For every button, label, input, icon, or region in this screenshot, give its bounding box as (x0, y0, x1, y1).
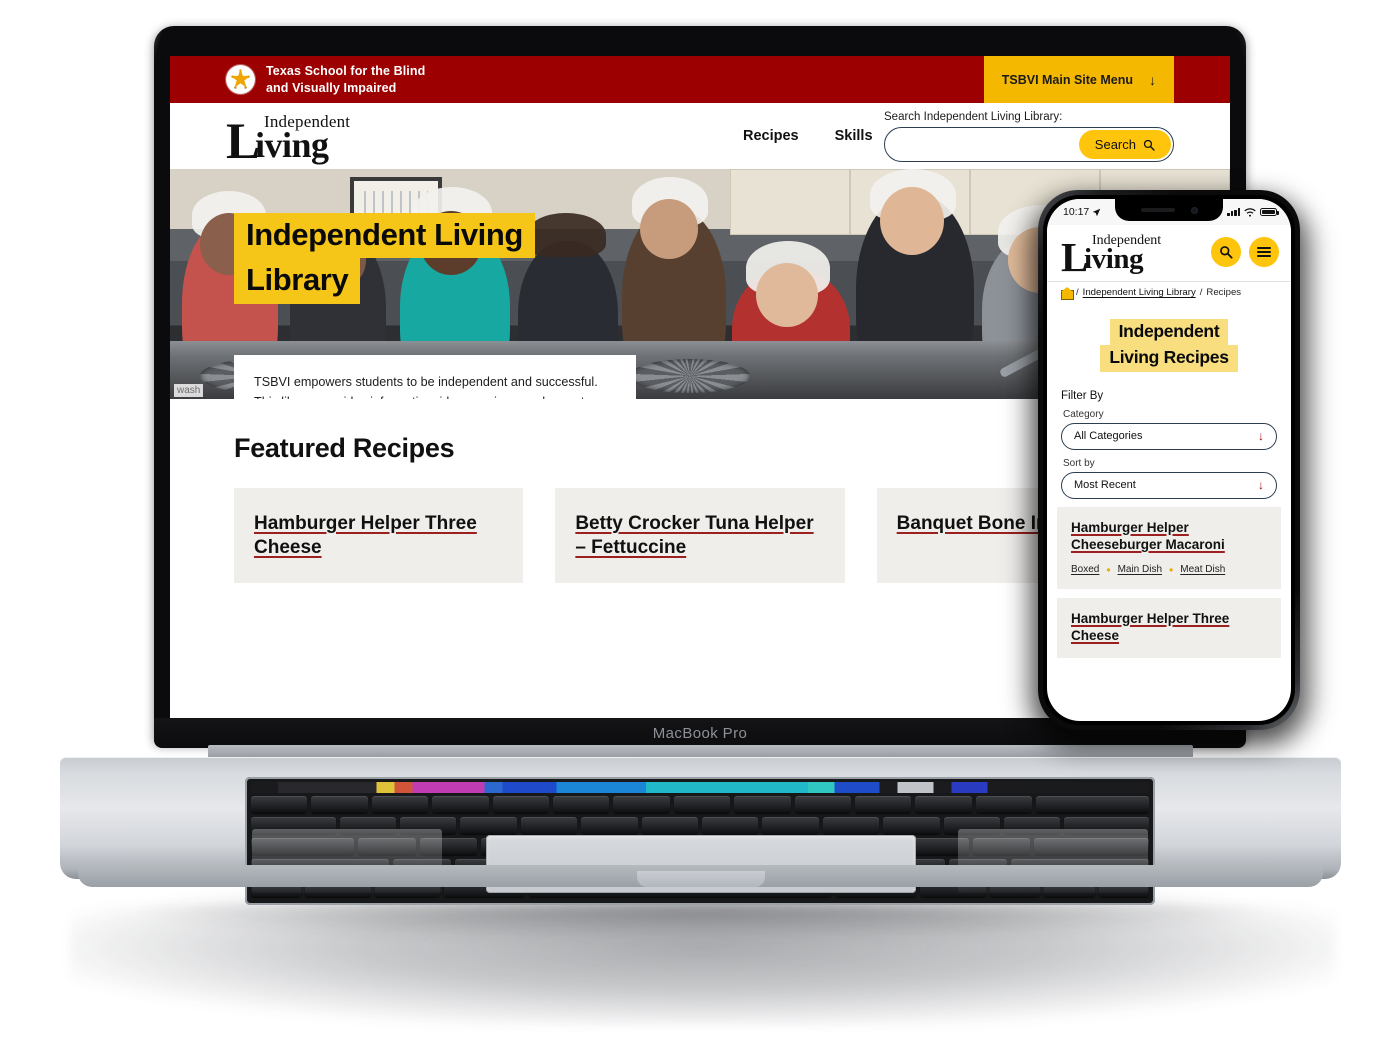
chevron-down-icon: ↓ (1258, 429, 1264, 444)
phone-frame: 10:17 Independent L iving / Independent … (1038, 190, 1300, 730)
org-line-1: Texas School for the Blind (266, 63, 426, 78)
mobile-title-line-2: Living Recipes (1100, 345, 1238, 372)
category-select-value: All Categories (1074, 430, 1143, 443)
scene: Texas School for the Blind and Visually … (0, 0, 1400, 1050)
sort-by-label: Sort by (1063, 457, 1095, 469)
search-button[interactable]: Search (1078, 130, 1171, 159)
hero-title: Independent Living Library (234, 213, 694, 304)
nav-item-skills[interactable]: Skills (835, 128, 873, 144)
mobile-recipe-item[interactable]: Hamburger Helper Cheeseburger Macaroni B… (1057, 506, 1281, 589)
mobile-recipe-tags: Boxed • Main Dish • Meat Dish (1071, 564, 1267, 576)
location-arrow-icon (1093, 208, 1101, 216)
hero-image-caption: wash (174, 384, 204, 397)
breadcrumb: / Independent Living Library / Recipes (1047, 281, 1291, 305)
status-right (1227, 207, 1279, 217)
face (880, 187, 944, 255)
chevron-down-icon: ↓ (1258, 478, 1264, 493)
search-icon (1220, 246, 1233, 259)
hero-description-text: TSBVI empowers students to be independen… (254, 375, 598, 399)
breadcrumb-separator-1: / (1076, 287, 1079, 298)
search-area: Search Independent Living Library: Searc… (884, 111, 1174, 162)
mobile-recipe-list: Hamburger Helper Cheeseburger Macaroni B… (1047, 506, 1291, 658)
org-line-2: and Visually Impaired (266, 80, 397, 95)
phone-notch (1115, 199, 1223, 221)
nav-item-recipes[interactable]: Recipes (743, 128, 799, 144)
recipe-card[interactable]: Betty Crocker Tuna Helper – Fettuccine (555, 488, 845, 583)
recipe-tag[interactable]: Boxed (1071, 564, 1099, 575)
laptop-front-notch (636, 871, 765, 887)
laptop-base (60, 745, 1341, 905)
recipe-card-title[interactable]: Betty Crocker Tuna Helper – Fettuccine (575, 512, 824, 561)
mobile-recipe-item[interactable]: Hamburger Helper Three Cheese (1057, 597, 1281, 658)
iphone-mockup: 10:17 Independent L iving / Independent … (1030, 190, 1310, 745)
mobile-header: Independent L iving (1047, 225, 1291, 281)
hamburger-menu-icon (1257, 245, 1271, 259)
mobile-recipe-title[interactable]: Hamburger Helper Three Cheese (1071, 610, 1267, 645)
tsbvi-org-name: Texas School for the Blind and Visually … (266, 63, 425, 96)
status-left: 10:17 (1063, 206, 1101, 218)
tsbvi-top-bar: Texas School for the Blind and Visually … (170, 56, 1230, 107)
primary-nav: Recipes Skills (743, 128, 873, 144)
front-camera-icon (1190, 206, 1198, 214)
mobile-header-buttons (1211, 237, 1279, 267)
mobile-recipe-title[interactable]: Hamburger Helper Cheeseburger Macaroni (1071, 519, 1267, 554)
wifi-icon (1244, 207, 1256, 217)
recipe-card[interactable]: Hamburger Helper Three Cheese (234, 488, 524, 583)
search-icon (1143, 139, 1155, 151)
face (756, 263, 818, 327)
tsbvi-main-site-menu-button[interactable]: TSBVI Main Site Menu ↓ (983, 56, 1174, 103)
category-select[interactable]: All Categories ↓ (1061, 422, 1277, 450)
recipe-tag[interactable]: Main Dish (1118, 564, 1162, 575)
breadcrumb-link-library[interactable]: Independent Living Library (1083, 287, 1196, 298)
site-header: Independent L iving Recipes Skills Searc… (170, 103, 1230, 169)
breadcrumb-current: Recipes (1206, 287, 1242, 298)
earpiece-speaker-icon (1140, 208, 1175, 212)
laptop-model-label: MacBook Pro (652, 724, 748, 742)
status-time: 10:17 (1063, 206, 1090, 218)
category-label: Category (1063, 408, 1104, 420)
hero-title-line-1: Independent Living (234, 213, 535, 259)
laptop-body (60, 757, 1341, 905)
search-box[interactable]: Search (884, 127, 1174, 162)
mobile-title-line-1: Independent (1109, 319, 1229, 346)
main-menu-label: TSBVI Main Site Menu (1001, 72, 1133, 87)
mobile-search-button[interactable] (1211, 237, 1241, 267)
filter-heading: Filter By (1061, 389, 1104, 402)
home-icon[interactable] (1060, 287, 1074, 300)
search-button-label: Search (1094, 137, 1136, 152)
tsbvi-star-seal-icon (226, 65, 255, 94)
sort-by-select[interactable]: Most Recent ↓ (1061, 471, 1277, 499)
touch-bar[interactable] (251, 782, 1149, 793)
recipe-card-title[interactable]: Hamburger Helper Three Cheese (254, 512, 503, 561)
mobile-menu-button[interactable] (1249, 237, 1279, 267)
battery-full-icon (1260, 207, 1279, 217)
sort-by-select-value: Most Recent (1074, 479, 1136, 492)
cellular-signal-icon (1227, 208, 1240, 216)
hero-title-line-2: Library (234, 258, 361, 304)
burner (630, 359, 750, 393)
phone-screen: 10:17 Independent L iving / Independent … (1047, 199, 1291, 721)
tag-separator-dot: • (1169, 562, 1174, 577)
filter-section: Filter By Category All Categories ↓ Sort… (1047, 376, 1291, 499)
mobile-logo-word-iving: iving (1084, 243, 1144, 275)
logo-word-iving: iving (255, 125, 329, 165)
cabinet (730, 169, 850, 235)
featured-recipes-grid: Hamburger Helper Three Cheese Betty Croc… (234, 488, 1166, 583)
recipe-tag[interactable]: Meat Dish (1180, 564, 1225, 575)
chevron-down-icon: ↓ (1149, 71, 1156, 88)
independent-living-logo[interactable]: Independent L iving (226, 110, 358, 168)
featured-recipes-heading: Featured Recipes (234, 433, 455, 463)
mobile-page-title: Independent Living Recipes (1047, 305, 1291, 376)
tag-separator-dot: • (1106, 562, 1111, 577)
breadcrumb-separator-2: / (1199, 287, 1203, 298)
hero-description-card: TSBVI empowers students to be independen… (234, 355, 636, 399)
mobile-logo[interactable]: Independent L iving (1061, 231, 1165, 278)
search-label: Search Independent Living Library: (884, 111, 1063, 123)
keyboard-row (251, 796, 1150, 813)
phone-bezel: 10:17 Independent L iving / Independent … (1043, 195, 1295, 725)
tsbvi-brandmark[interactable]: Texas School for the Blind and Visually … (226, 63, 425, 96)
